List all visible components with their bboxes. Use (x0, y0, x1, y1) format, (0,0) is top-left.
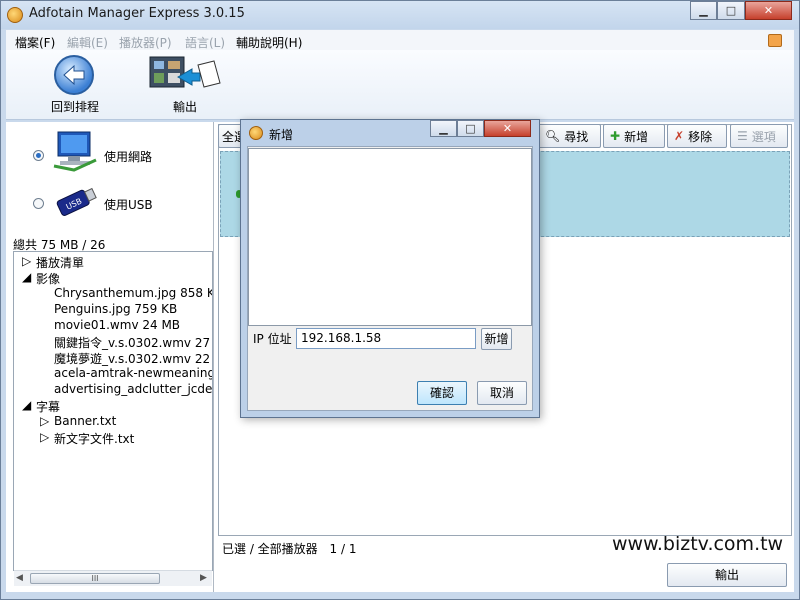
dialog-minimize-button[interactable]: ▁ (430, 120, 457, 137)
x-icon: ✗ (674, 129, 685, 143)
tree-file[interactable]: Banner.txt (54, 414, 116, 428)
dialog-add-button[interactable]: 新增 (481, 328, 512, 350)
usb-label[interactable]: 使用USB (104, 196, 153, 213)
window-title: Adfotain Manager Express 3.0.15 (29, 6, 245, 21)
expand-arrow-icon[interactable]: ▷ (22, 254, 31, 268)
maximize-button[interactable]: □ (717, 1, 745, 20)
close-button[interactable]: ✕ (745, 1, 792, 20)
tree-file[interactable]: Penguins.jpg 759 KB (54, 302, 177, 316)
dialog-title: 新增 (269, 128, 294, 142)
menu-help[interactable]: 輔助說明(H) (236, 34, 302, 51)
dialog-app-icon (249, 126, 263, 140)
menu-edit[interactable]: 編輯(E) (67, 34, 108, 51)
output-label[interactable]: 輸出 (173, 98, 197, 115)
ok-button[interactable]: 確認 (417, 381, 467, 405)
scroll-left-icon[interactable]: ◀ (16, 573, 23, 583)
usb-radio[interactable] (33, 198, 44, 209)
app-icon (7, 7, 23, 23)
tree-file[interactable]: acela-amtrak-newmeaning-39 (54, 366, 212, 380)
search-button[interactable]: 🔍︎ 尋找 (538, 124, 601, 148)
status-label: 已選 / 全部播放器 (222, 542, 318, 556)
dialog-close-button[interactable]: ✕ (484, 120, 531, 137)
ip-label: IP 位址 (253, 332, 292, 346)
media-tree[interactable]: ▷ 播放清單 ◢ 影像 Chrysanthemum.jpg 858 KB Pen… (13, 251, 213, 571)
plus-icon: ✚ (610, 129, 621, 143)
dialog-maximize-button[interactable]: □ (457, 120, 484, 137)
collapse-arrow-icon[interactable]: ◢ (22, 398, 31, 412)
expand-arrow-icon[interactable]: ▷ (40, 430, 49, 444)
tree-playlist[interactable]: 播放清單 (36, 254, 84, 271)
search-label: 尋找 (564, 129, 589, 144)
usb-icon: USB (50, 180, 100, 224)
tree-file[interactable]: Chrysanthemum.jpg 858 KB (54, 286, 212, 300)
tree-images[interactable]: 影像 (36, 270, 60, 287)
tree-file[interactable]: movie01.wmv 24 MB (54, 318, 180, 332)
remove-label: 移除 (688, 129, 713, 144)
watermark-text: www.biztv.com.tw (612, 533, 784, 555)
tree-file[interactable]: 關鍵指令_v.s.0302.wmv 27 MB (54, 334, 212, 351)
status-count: 1 / 1 (329, 542, 357, 556)
network-radio[interactable] (33, 150, 44, 161)
search-icon: 🔍︎ (545, 129, 561, 143)
scroll-thumb[interactable]: III (30, 573, 160, 584)
ip-address-input[interactable]: 192.168.1.58 (296, 328, 476, 349)
tree-subtitles[interactable]: 字幕 (36, 398, 60, 415)
options-button[interactable]: ☰ 選項 (730, 124, 788, 148)
tree-file[interactable]: 新文字文件.txt (54, 430, 134, 447)
menu-file[interactable]: 檔案(F) (15, 34, 55, 51)
scroll-right-icon[interactable]: ▶ (200, 573, 207, 583)
ip-list[interactable] (248, 148, 532, 326)
options-label: 選項 (751, 129, 776, 144)
remove-button[interactable]: ✗ 移除 (667, 124, 727, 148)
toolbar (6, 50, 794, 120)
collapse-arrow-icon[interactable]: ◢ (22, 270, 31, 284)
output-button[interactable]: 輸出 (667, 563, 787, 587)
back-arrow-icon[interactable] (54, 55, 94, 95)
back-to-schedule-label[interactable]: 回到排程 (51, 98, 99, 115)
expand-arrow-icon[interactable]: ▷ (40, 414, 49, 428)
network-label[interactable]: 使用網路 (104, 148, 152, 165)
menu-language[interactable]: 語言(L) (185, 34, 225, 51)
cancel-button[interactable]: 取消 (477, 381, 527, 405)
menu-player[interactable]: 播放器(P) (119, 34, 172, 51)
network-icon (50, 130, 100, 174)
minimize-button[interactable]: ▁ (690, 1, 717, 20)
selection-status: 已選 / 全部播放器 1 / 1 (222, 540, 356, 557)
help-icon[interactable] (768, 34, 782, 47)
tree-file[interactable]: 魔境夢遊_v.s.0302.wmv 22 MB (54, 350, 212, 367)
add-label: 新增 (624, 129, 649, 144)
add-button[interactable]: ✚ 新增 (603, 124, 665, 148)
tree-scrollbar[interactable]: ◀ III ▶ (14, 570, 212, 586)
output-icon[interactable] (148, 55, 222, 97)
options-icon: ☰ (737, 129, 748, 143)
tree-file[interactable]: advertising_adclutter_jcdecaux (54, 382, 212, 396)
